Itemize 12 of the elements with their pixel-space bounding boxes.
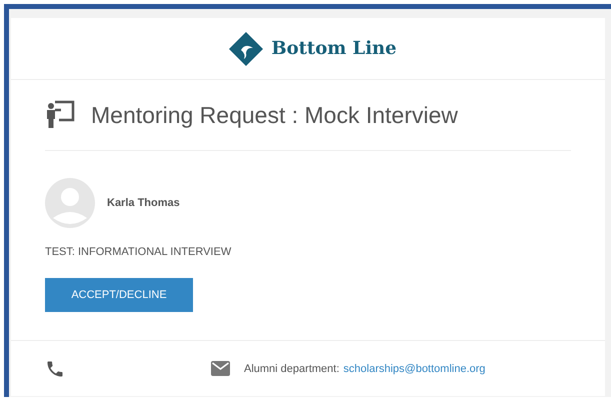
mail-icon (211, 361, 230, 376)
page-title: Mentoring Request : Mock Interview (91, 102, 458, 128)
accept-decline-button[interactable]: ACCEPT/DECLINE (45, 278, 193, 312)
presenter-icon (45, 100, 75, 130)
email-link[interactable]: scholarships@bottomline.org (343, 362, 486, 374)
request-note: TEST: INFORMATIONAL INTERVIEW (45, 246, 232, 258)
contact-label: Alumni department: (244, 362, 340, 374)
avatar-icon (45, 178, 95, 228)
mentor-name: Karla Thomas (107, 197, 180, 209)
logo-text: Bottom Line (271, 38, 397, 59)
phone-icon (45, 358, 65, 378)
logo-icon (229, 32, 264, 66)
